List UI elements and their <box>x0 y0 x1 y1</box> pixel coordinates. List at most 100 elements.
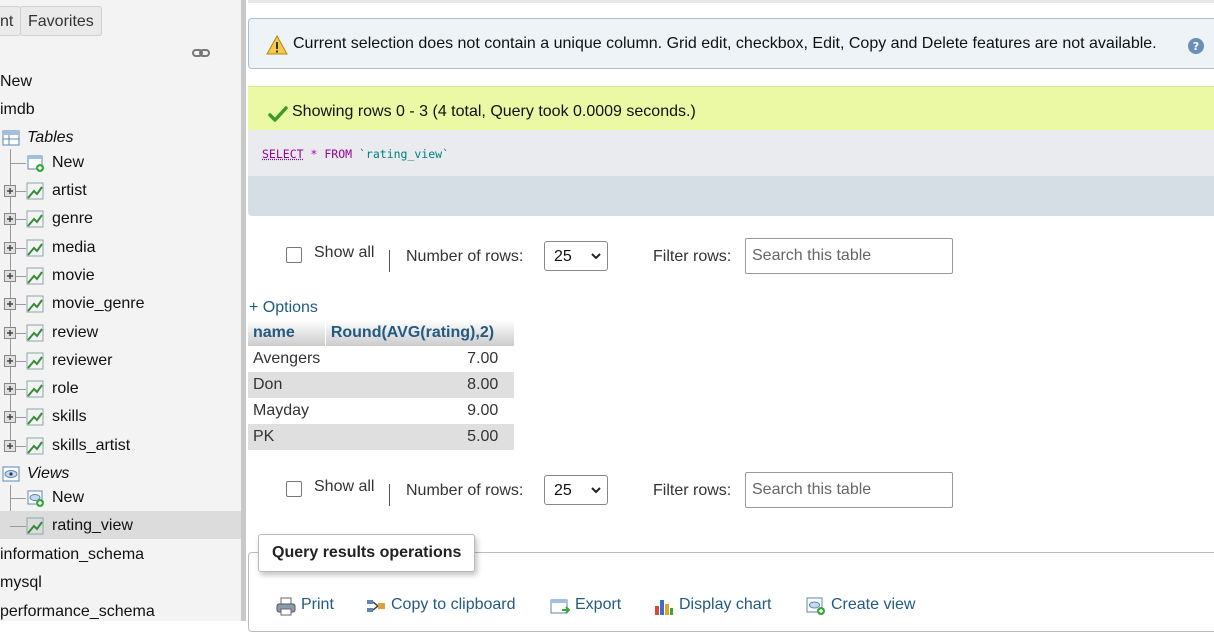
tree-group-tables[interactable]: Tables <box>0 127 241 149</box>
warning-text: Current selection does not contain a uni… <box>293 35 1157 53</box>
sql-query-display: SELECT * FROM `rating_view` <box>248 130 1214 176</box>
database-performance-schema[interactable]: performance_schema <box>0 603 155 621</box>
database-information-schema[interactable]: information_schema <box>0 546 144 564</box>
nav-separator-bottom <box>389 484 390 506</box>
filter-rows-label-bottom: Filter rows: <box>653 482 731 500</box>
expand-plus-icon[interactable] <box>4 270 16 282</box>
tree-item-new-table-label: New <box>52 152 84 174</box>
tree-item-table-movie[interactable]: movie <box>0 265 241 287</box>
new-database-link[interactable]: New <box>0 73 32 91</box>
table-row: PK 5.00 <box>248 424 514 450</box>
filter-rows-input[interactable] <box>745 238 953 274</box>
expand-plus-icon[interactable] <box>4 327 16 339</box>
tree-item-table-review[interactable]: review <box>0 322 241 344</box>
cell-name: Mayday <box>248 398 325 424</box>
cell-name: Avengers <box>248 346 325 372</box>
table-structure-icon <box>26 295 44 313</box>
rows-select-value: 25 <box>554 248 572 266</box>
table-row: Mayday 9.00 <box>248 398 514 424</box>
number-of-rows-select[interactable]: 25 <box>544 241 608 271</box>
query-success-message: Showing rows 0 - 3 (4 total, Query took … <box>248 86 1214 130</box>
tree-item-table-genre[interactable]: genre <box>0 208 241 230</box>
table-structure-icon <box>26 239 44 257</box>
tree-item-table-reviewer[interactable]: reviewer <box>0 350 241 372</box>
sql-table-name: `rating_view` <box>359 147 449 161</box>
create-view-label: Create view <box>831 596 915 614</box>
tree-item-table-movie-genre[interactable]: movie_genre <box>0 293 241 315</box>
show-all-label: Show all <box>314 244 374 262</box>
expand-plus-icon[interactable] <box>4 213 16 225</box>
cell-name: PK <box>248 424 325 450</box>
show-all-checkbox[interactable] <box>286 247 302 263</box>
clipboard-icon <box>366 596 386 616</box>
number-of-rows-label-bottom: Number of rows: <box>406 482 523 500</box>
new-table-icon <box>27 154 45 172</box>
results-nav-top: Show all Number of rows: 25 Filter rows: <box>286 238 986 278</box>
tree-item-table-label: reviewer <box>52 350 112 372</box>
favorites-tab-button[interactable]: Favorites <box>20 6 102 36</box>
tree-item-table-label: genre <box>52 208 93 230</box>
table-structure-icon <box>26 380 44 398</box>
expand-plus-icon[interactable] <box>4 411 16 423</box>
tree-item-table-skills-artist[interactable]: skills_artist <box>0 435 241 457</box>
tree-item-new-table[interactable]: New <box>0 152 241 174</box>
rows-select-value-bottom: 25 <box>554 482 572 500</box>
table-structure-icon <box>26 352 44 370</box>
tree-item-table-artist[interactable]: artist <box>0 180 241 202</box>
expand-plus-icon[interactable] <box>4 355 16 367</box>
cell-name: Don <box>248 372 325 398</box>
expand-plus-icon[interactable] <box>4 440 16 452</box>
expand-plus-icon[interactable] <box>4 242 16 254</box>
create-view-icon <box>806 596 826 616</box>
table-structure-icon <box>26 210 44 228</box>
tree-item-table-label: review <box>52 322 98 344</box>
tree-item-table-label: movie_genre <box>52 293 145 315</box>
tree-item-view-rating-view[interactable]: rating_view <box>0 515 241 537</box>
new-view-icon <box>27 489 45 507</box>
views-group-icon <box>2 465 20 483</box>
nav-separator <box>389 250 390 272</box>
tree-item-new-view-label: New <box>52 487 84 509</box>
sql-query-footer <box>248 176 1214 216</box>
database-imdb[interactable]: imdb <box>0 101 35 119</box>
navigation-sidebar: nt Favorites New imdb Tables New artist g… <box>0 0 241 621</box>
tree-item-table-role[interactable]: role <box>0 378 241 400</box>
tree-item-table-label: artist <box>52 180 87 202</box>
tree-group-views[interactable]: Views <box>0 463 241 485</box>
column-header-name[interactable]: name <box>248 320 325 346</box>
expand-plus-icon[interactable] <box>4 298 16 310</box>
results-nav-bottom: Show all Number of rows: 25 Filter rows: <box>286 472 986 512</box>
tree-item-new-view[interactable]: New <box>0 487 241 509</box>
tree-item-table-media[interactable]: media <box>0 237 241 259</box>
table-structure-icon <box>26 182 44 200</box>
query-results-operations-legend: Query results operations <box>258 534 475 572</box>
tree-group-views-label: Views <box>27 463 69 485</box>
top-tab-strip <box>248 0 1214 3</box>
options-link[interactable]: + Options <box>249 299 318 317</box>
filter-rows-label: Filter rows: <box>653 248 731 266</box>
sql-select-keyword[interactable]: SELECT <box>262 147 304 161</box>
printer-icon <box>276 596 296 616</box>
show-all-checkbox-bottom[interactable] <box>286 481 302 497</box>
link-icon[interactable] <box>192 46 210 60</box>
cell-rating: 7.00 <box>325 346 514 372</box>
database-mysql[interactable]: mysql <box>0 574 42 592</box>
column-header-rating[interactable]: Round(AVG(rating),2) <box>325 320 514 346</box>
recent-tab-button[interactable]: nt <box>0 6 21 36</box>
filter-rows-input-bottom[interactable] <box>745 472 953 508</box>
number-of-rows-label: Number of rows: <box>406 248 523 266</box>
table-structure-icon <box>26 324 44 342</box>
table-structure-icon <box>26 437 44 455</box>
help-icon[interactable]: ? <box>1187 37 1205 55</box>
tree-item-table-skills[interactable]: skills <box>0 406 241 428</box>
success-text: Showing rows 0 - 3 (4 total, Query took … <box>292 103 696 121</box>
tree-item-table-label: skills <box>52 406 87 428</box>
table-structure-icon <box>26 267 44 285</box>
tree-item-table-label: media <box>52 237 96 259</box>
expand-plus-icon[interactable] <box>4 383 16 395</box>
expand-plus-icon[interactable] <box>4 185 16 197</box>
number-of-rows-select-bottom[interactable]: 25 <box>544 475 608 505</box>
table-row: Avengers 7.00 <box>248 346 514 372</box>
tree-item-table-label: role <box>52 378 79 400</box>
checkmark-icon <box>268 105 288 123</box>
